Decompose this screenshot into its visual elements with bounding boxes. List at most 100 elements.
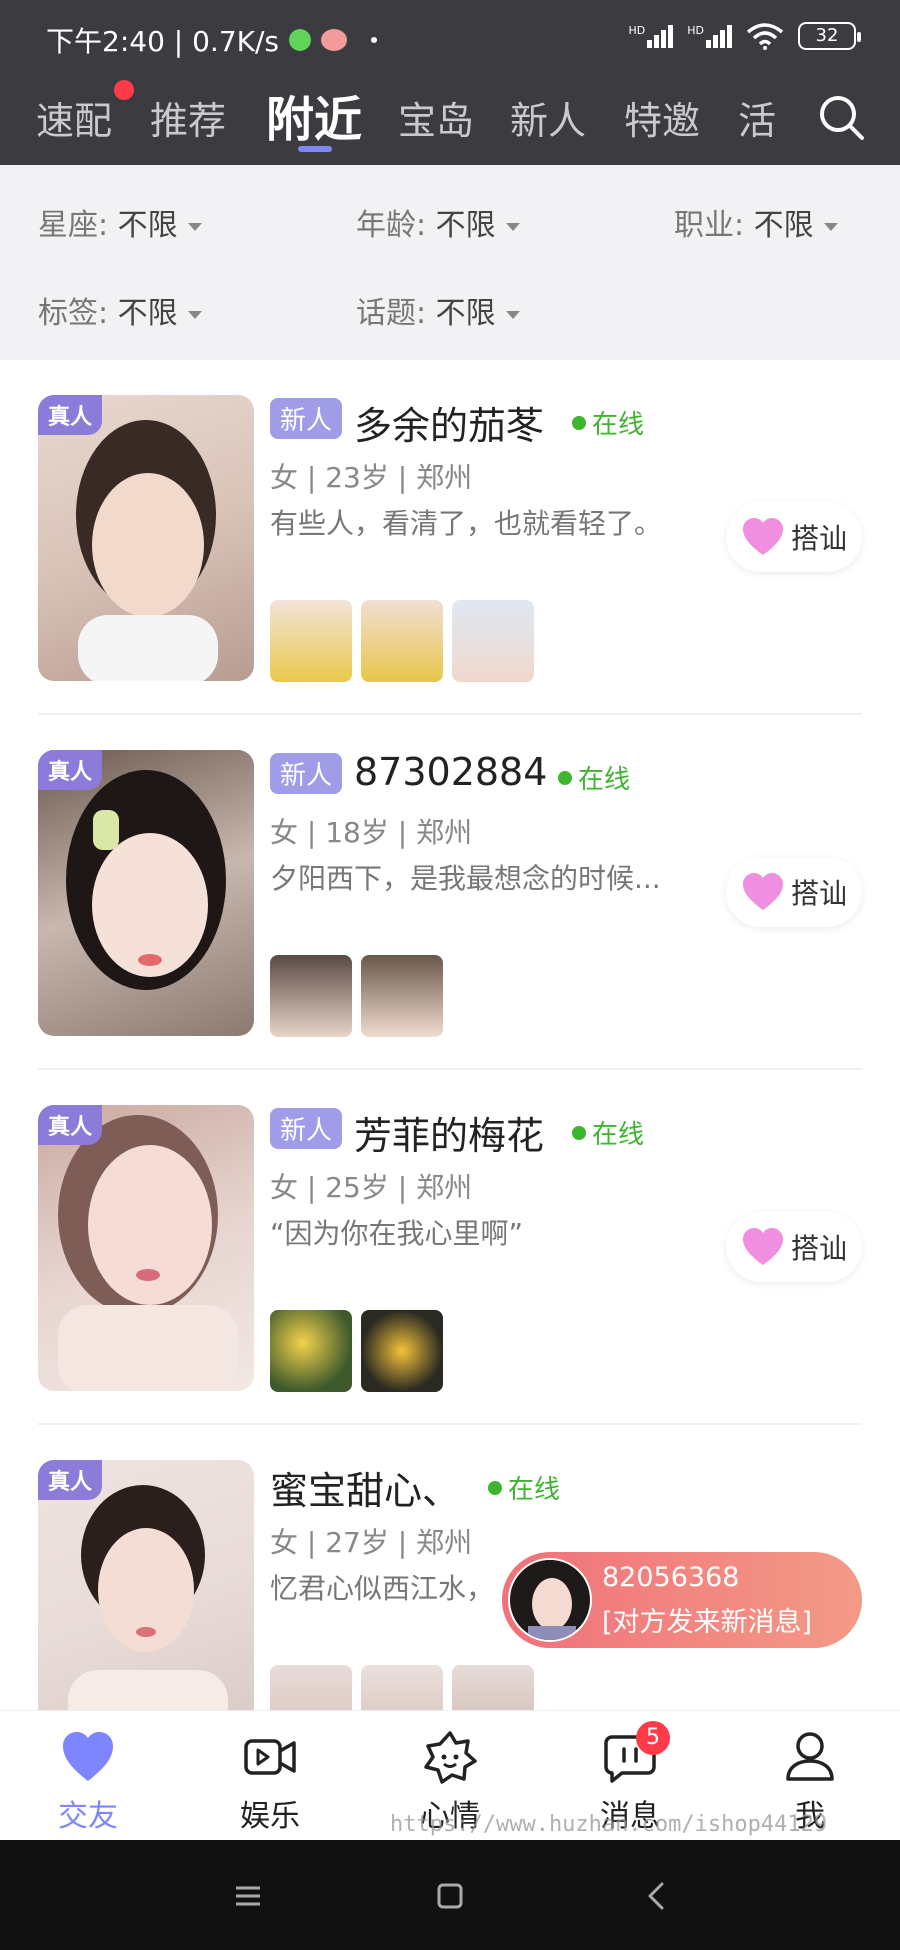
user-name: 多余的茄苳 bbox=[354, 404, 545, 448]
real-person-badge: 真人 bbox=[38, 395, 103, 435]
user-name: 蜜宝甜心、 bbox=[270, 1469, 461, 1513]
unread-badge: 5 bbox=[636, 1721, 670, 1755]
wifi-icon bbox=[746, 23, 784, 50]
caret-down-icon bbox=[505, 222, 520, 231]
filter-label: 职业: bbox=[674, 208, 745, 243]
flirt-button[interactable]: 搭讪 bbox=[726, 502, 862, 572]
filter-value: 不限 bbox=[753, 208, 814, 243]
user-photo-thumb[interactable] bbox=[361, 600, 443, 682]
heart-icon bbox=[742, 518, 783, 555]
avatar-portrait bbox=[76, 420, 218, 681]
user-photo-thumb[interactable] bbox=[361, 1665, 443, 1710]
online-dot-icon bbox=[572, 1125, 586, 1140]
online-status: 在线 bbox=[572, 404, 644, 441]
filter-topic[interactable]: 话题: 不限 bbox=[356, 288, 520, 332]
filter-constellation[interactable]: 星座: 不限 bbox=[38, 200, 202, 244]
filter-label: 星座: bbox=[38, 208, 109, 243]
filter-job[interactable]: 职业: 不限 bbox=[674, 200, 838, 244]
user-photo-thumb[interactable] bbox=[270, 955, 352, 1037]
popup-sender-id: 82056368 bbox=[602, 1562, 740, 1593]
new-user-tag: 新人 bbox=[270, 753, 343, 794]
real-person-badge: 真人 bbox=[38, 1460, 103, 1500]
flirt-button[interactable]: 搭讪 bbox=[726, 1212, 862, 1282]
caret-down-icon bbox=[505, 310, 520, 319]
filter-tag[interactable]: 标签: 不限 bbox=[38, 288, 202, 332]
video-icon bbox=[244, 1739, 296, 1775]
tab-speed-match[interactable]: 速配 bbox=[36, 90, 112, 145]
tab-label: 娱乐 bbox=[240, 1799, 300, 1834]
caret-down-icon bbox=[187, 222, 202, 231]
caret-down-icon bbox=[187, 310, 202, 319]
new-message-popup[interactable]: 82056368 [对方发来新消息] bbox=[502, 1552, 862, 1648]
user-avatar[interactable]: 真人 bbox=[38, 395, 254, 681]
user-icon bbox=[786, 1732, 834, 1781]
top-tabs: 速配 推荐 附近 宝岛 新人 特邀 活 bbox=[0, 80, 900, 160]
flirt-label: 搭讪 bbox=[790, 522, 847, 555]
signal-label-2: HD bbox=[687, 23, 704, 37]
filter-age[interactable]: 年龄: 不限 bbox=[356, 200, 520, 244]
heart-icon bbox=[742, 1228, 783, 1265]
heart-icon bbox=[742, 873, 783, 910]
search-icon[interactable] bbox=[814, 90, 870, 146]
filter-value: 不限 bbox=[435, 208, 496, 243]
caret-down-icon bbox=[823, 222, 838, 231]
more-notifications-icon bbox=[371, 37, 378, 43]
flirt-button[interactable]: 搭讪 bbox=[726, 857, 862, 927]
top-bar: 下午2:40 | 0.7K/s HD HD 32 速配 推荐 附近 宝岛 新人 … bbox=[0, 0, 900, 165]
user-photo-thumb[interactable] bbox=[452, 600, 534, 682]
real-person-badge: 真人 bbox=[38, 1105, 103, 1145]
user-meta: 女 | 27岁 | 郑州 bbox=[270, 1526, 473, 1559]
popup-avatar-portrait bbox=[510, 1560, 590, 1640]
user-photo-thumb[interactable] bbox=[361, 955, 443, 1037]
system-nav-bar bbox=[0, 1840, 900, 1950]
tab-treasure-island[interactable]: 宝岛 bbox=[398, 90, 474, 145]
tab-recommend[interactable]: 推荐 bbox=[150, 90, 226, 145]
active-tab-indicator bbox=[298, 146, 332, 152]
online-label: 在线 bbox=[592, 1120, 645, 1150]
user-card[interactable]: 真人 新人 芳菲的梅花 在线 女 | 25岁 | 郑州 “因为你在我心里啊” 搭… bbox=[0, 1070, 900, 1425]
back-icon[interactable] bbox=[640, 1878, 676, 1914]
user-photo-thumb[interactable] bbox=[270, 1665, 352, 1710]
user-card[interactable]: 真人 新人 多余的茄苳 在线 女 | 23岁 | 郑州 有些人，看清了，也就看轻… bbox=[0, 360, 900, 715]
tab-special-invite[interactable]: 特邀 bbox=[624, 90, 700, 145]
user-photo-thumb[interactable] bbox=[361, 1310, 443, 1392]
filter-label: 年龄: bbox=[356, 208, 427, 243]
user-avatar[interactable]: 真人 bbox=[38, 750, 254, 1036]
home-icon[interactable] bbox=[432, 1878, 468, 1914]
flirt-label: 搭讪 bbox=[790, 1232, 847, 1265]
filter-value: 不限 bbox=[117, 296, 178, 331]
signal-label-1: HD bbox=[628, 23, 646, 37]
status-bar: 下午2:40 | 0.7K/s HD HD 32 bbox=[0, 0, 900, 70]
tab-entertainment[interactable]: 娱乐 bbox=[210, 1729, 330, 1835]
tab-nearby[interactable]: 附近 bbox=[266, 80, 362, 150]
menu-icon[interactable] bbox=[230, 1878, 266, 1914]
tab-label: 交友 bbox=[58, 1799, 118, 1834]
tab-activity[interactable]: 活 bbox=[738, 90, 784, 145]
online-label: 在线 bbox=[508, 1475, 561, 1505]
new-user-tag: 新人 bbox=[270, 398, 343, 439]
online-status: 在线 bbox=[558, 759, 630, 796]
signal-icon-2: HD bbox=[687, 23, 732, 48]
user-photo-thumb[interactable] bbox=[270, 1310, 352, 1392]
user-photo-thumb[interactable] bbox=[270, 600, 352, 682]
filter-value: 不限 bbox=[435, 296, 496, 331]
signal-icon-1: HD bbox=[628, 23, 674, 48]
status-left: 下午2:40 | 0.7K/s bbox=[46, 20, 378, 60]
user-bio: 有些人，看清了，也就看轻了。 bbox=[270, 507, 663, 540]
filter-panel: 星座: 不限 年龄: 不限 职业: 不限 标签: 不限 话题: 不限 bbox=[0, 165, 900, 360]
user-photo-thumb[interactable] bbox=[452, 1665, 534, 1710]
user-card[interactable]: 真人 新人 87302884 在线 女 | 18岁 | 郑州 夕阳西下，是我最想… bbox=[0, 715, 900, 1070]
filter-label: 话题: bbox=[356, 296, 427, 331]
user-avatar[interactable]: 真人 bbox=[38, 1460, 254, 1710]
user-avatar[interactable]: 真人 bbox=[38, 1105, 254, 1391]
user-name: 87302884 bbox=[354, 750, 548, 794]
watermark: https://www.huzhan.com/ishop44129 bbox=[390, 1812, 828, 1837]
tab-make-friends[interactable]: 交友 bbox=[28, 1729, 148, 1835]
online-dot-icon bbox=[572, 415, 586, 430]
tab-speed-match-badge bbox=[114, 80, 134, 100]
online-status: 在线 bbox=[572, 1114, 644, 1151]
popup-sender-avatar bbox=[508, 1558, 592, 1642]
filter-value: 不限 bbox=[117, 208, 178, 243]
tab-newcomers[interactable]: 新人 bbox=[510, 90, 586, 145]
online-label: 在线 bbox=[592, 410, 645, 440]
